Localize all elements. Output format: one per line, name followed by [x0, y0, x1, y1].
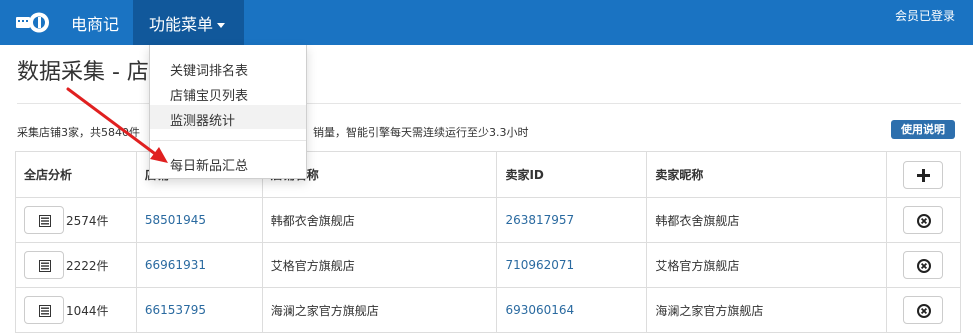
- header-seller-nick: 卖家昵称: [646, 151, 887, 198]
- table-row: 1044件 66153795 海澜之家官方旗舰店 693060164 海澜之家官…: [15, 287, 962, 333]
- remove-shop-button[interactable]: [903, 251, 944, 279]
- seller-id-cell: 693060164: [496, 287, 648, 333]
- summary-text-end: 销量，智能引擎每天需连续运行至少3.3小时: [313, 126, 529, 139]
- action-cell: [885, 242, 962, 288]
- seller-id-link[interactable]: 710962071: [505, 258, 574, 272]
- list-icon: [39, 305, 51, 317]
- shop-id-cell: 66961931: [135, 242, 263, 288]
- seller-nick-cell: 韩都衣舍旗舰店: [646, 197, 887, 243]
- brand-name[interactable]: 电商记: [71, 11, 119, 35]
- seller-nick-cell: 艾格官方旗舰店: [646, 242, 887, 288]
- table-row: 2574件 58501945 韩都衣舍旗舰店 263817957 韩都衣舍旗舰店: [15, 197, 962, 243]
- list-icon: [39, 215, 51, 227]
- caret-down-icon: [217, 23, 226, 28]
- shop-id-link[interactable]: 58501945: [145, 213, 206, 227]
- menu-item-keyword-rank[interactable]: 关键词排名表: [150, 55, 306, 79]
- help-button[interactable]: 使用说明: [891, 120, 955, 139]
- page-title: 数据采集 - 店: [17, 60, 149, 85]
- remove-shop-button[interactable]: [903, 296, 944, 324]
- function-menu-toggle[interactable]: 功能菜单: [133, 0, 244, 45]
- seller-id-cell: 710962071: [496, 242, 648, 288]
- item-count: 2222件: [66, 258, 109, 273]
- seller-id-link[interactable]: 263817957: [505, 213, 574, 227]
- function-menu-dropdown: 关键词排名表 店铺宝贝列表 监测器统计 每日新品汇总: [149, 45, 307, 179]
- remove-circle-icon: [917, 304, 932, 318]
- action-cell: [885, 287, 962, 333]
- analysis-cell: 2222件: [15, 242, 137, 288]
- list-icon: [39, 260, 51, 272]
- header-seller-id: 卖家ID: [496, 151, 648, 198]
- seller-id-link[interactable]: 693060164: [505, 303, 574, 317]
- seller-nick-cell: 海澜之家官方旗舰店: [646, 287, 887, 333]
- key-logo-icon[interactable]: [14, 8, 51, 37]
- analysis-button[interactable]: [24, 251, 64, 279]
- shop-name-cell: 艾格官方旗舰店: [261, 242, 498, 288]
- menu-item-daily-new[interactable]: 每日新品汇总: [150, 150, 306, 174]
- menu-item-shop-items[interactable]: 店铺宝贝列表: [150, 80, 306, 104]
- shop-id-cell: 58501945: [135, 197, 263, 243]
- member-status[interactable]: 会员已登录: [895, 7, 955, 24]
- action-cell: [885, 197, 962, 243]
- function-menu-label: 功能菜单: [149, 15, 214, 34]
- shop-id-link[interactable]: 66961931: [145, 258, 206, 272]
- remove-shop-button[interactable]: [903, 206, 944, 234]
- shop-id-link[interactable]: 66153795: [145, 303, 206, 317]
- table-row: 2222件 66961931 艾格官方旗舰店 710962071 艾格官方旗舰店: [15, 242, 962, 288]
- top-navbar: 电商记 功能菜单 会员已登录: [0, 0, 973, 45]
- analysis-cell: 2574件: [15, 197, 137, 243]
- analysis-button[interactable]: [24, 206, 64, 234]
- menu-item-monitor-stats[interactable]: 监测器统计: [150, 105, 306, 129]
- analysis-cell: 1044件: [15, 287, 137, 333]
- plus-icon: [917, 168, 931, 182]
- summary-text-start: 采集店铺3家，共5840件: [17, 126, 140, 139]
- shop-name-cell: 海澜之家官方旗舰店: [261, 287, 498, 333]
- header-action: [885, 151, 962, 198]
- remove-circle-icon: [917, 259, 932, 273]
- shop-name-cell: 韩都衣舍旗舰店: [261, 197, 498, 243]
- item-count: 1044件: [66, 303, 109, 318]
- menu-divider: [151, 140, 306, 141]
- remove-circle-icon: [917, 214, 932, 228]
- seller-id-cell: 263817957: [496, 197, 648, 243]
- shop-id-cell: 66153795: [135, 287, 263, 333]
- header-analysis: 全店分析: [15, 151, 137, 198]
- analysis-button[interactable]: [24, 296, 64, 324]
- add-shop-button[interactable]: [903, 160, 944, 189]
- item-count: 2574件: [66, 213, 109, 228]
